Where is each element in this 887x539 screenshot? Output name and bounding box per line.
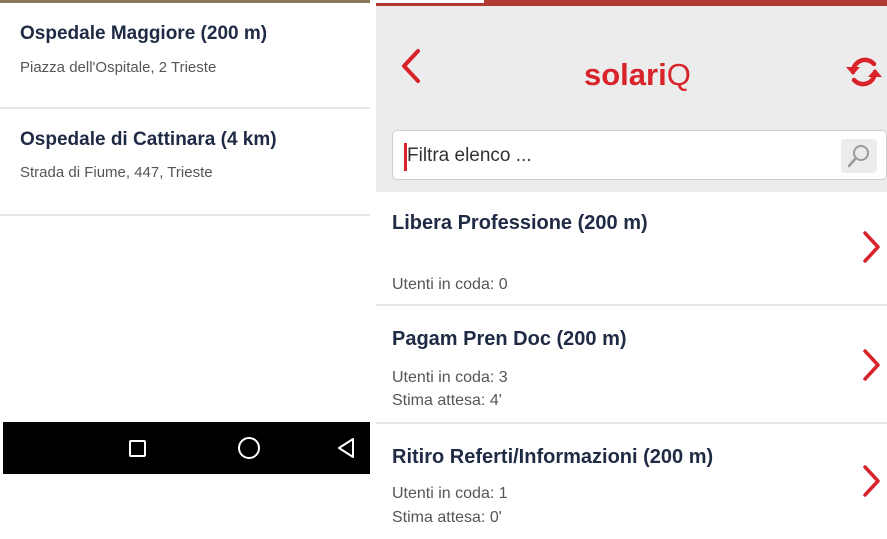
back-triangle-icon	[337, 438, 354, 458]
queue-users-count: Utenti in coda: 0	[392, 276, 508, 293]
queue-estimated-wait: Stima attesa: 4'	[392, 392, 502, 409]
hospital-name: Ospedale Maggiore (200 m)	[20, 23, 268, 44]
home-icon	[238, 437, 260, 459]
search-input[interactable]	[407, 140, 827, 172]
status-bar-gap	[376, 0, 484, 3]
queue-users-count: Utenti in coda: 1	[392, 485, 508, 502]
app-logo: solariQ	[584, 57, 691, 93]
search-field	[392, 130, 887, 180]
hospital-address: Piazza dell'Ospitale, 2 Trieste	[20, 59, 217, 76]
logo-thin-text: Q	[666, 57, 691, 92]
android-back-button[interactable]	[321, 422, 370, 474]
queue-title: Ritiro Referti/Informazioni (200 m)	[392, 446, 714, 468]
refresh-icon	[846, 57, 882, 87]
chevron-right-icon	[863, 349, 880, 381]
queue-estimated-wait: Stima attesa: 0'	[392, 509, 502, 526]
search-icon	[847, 145, 869, 168]
chevron-right-icon	[863, 465, 880, 497]
hospital-address: Strada di Fiume, 447, Trieste	[20, 164, 213, 181]
logo-bold-text: solari	[584, 57, 667, 92]
search-bar	[376, 122, 887, 192]
android-navigation-bar	[3, 422, 370, 474]
hospital-name: Ospedale di Cattinara (4 km)	[20, 129, 277, 150]
refresh-button[interactable]	[842, 50, 887, 94]
hospital-list-item[interactable]: Ospedale Maggiore (200 m) Piazza dell'Os…	[0, 3, 370, 109]
recent-apps-icon	[128, 439, 146, 457]
queue-list-item[interactable]: Libera Professione (200 m) Utenti in cod…	[376, 192, 887, 306]
recent-apps-button[interactable]	[107, 422, 167, 474]
chevron-right-icon	[863, 231, 880, 263]
hospital-list-screen: Ospedale Maggiore (200 m) Piazza dell'Os…	[0, 0, 370, 539]
app-header: solariQ	[376, 6, 887, 122]
queue-title: Libera Professione (200 m)	[392, 212, 648, 234]
hospital-list-item[interactable]: Ospedale di Cattinara (4 km) Strada di F…	[0, 109, 370, 216]
queue-users-count: Utenti in coda: 3	[392, 369, 508, 386]
queue-title: Pagam Pren Doc (200 m)	[392, 328, 627, 350]
queue-list-screen: solariQ Libera Professione (200 m)	[376, 0, 887, 539]
back-button[interactable]	[394, 46, 430, 86]
chevron-left-icon	[402, 49, 420, 83]
search-button[interactable]	[841, 139, 877, 173]
queue-list-item[interactable]: Ritiro Referti/Informazioni (200 m) Uten…	[376, 424, 887, 539]
home-button[interactable]	[219, 422, 279, 474]
queue-list-item[interactable]: Pagam Pren Doc (200 m) Utenti in coda: 3…	[376, 306, 887, 424]
